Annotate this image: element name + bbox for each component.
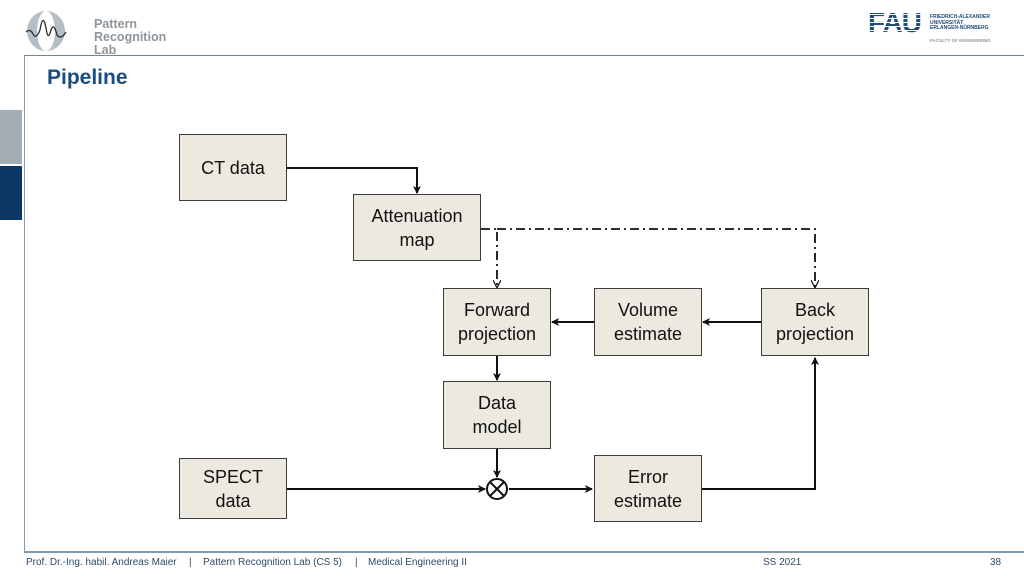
node-back-projection: Back projection [761,288,869,356]
edge-attenuation-to-forward [481,228,497,287]
footer-separator: | [189,557,192,568]
page-number: 38 [990,557,1002,568]
node-attenuation-map: Attenuation map [353,194,481,261]
combiner-node [486,478,508,500]
node-label: Volume [617,300,679,320]
node-label: projection [775,324,855,344]
node-label: model [472,417,522,437]
node-label: Error [628,466,668,487]
footer-author: Prof. Dr.-Ing. habil. Andreas Maier [26,557,177,568]
node-ct-data: CT data [179,134,287,201]
node-label: estimate [613,324,683,344]
node-label: CT data [201,157,265,178]
node-label: Attenuation [371,205,463,226]
node-data-model: Data model [443,381,551,449]
node-label: estimate [613,490,683,511]
node-forward-projection: Forward projection [443,288,551,356]
node-spect-data: SPECT data [179,458,287,519]
node-label: SPECT [202,466,263,487]
node-label: projection [457,324,537,344]
node-label: map [399,229,435,250]
node-volume-estimate: Volume estimate [594,288,702,356]
node-error-estimate: Error estimate [594,455,702,522]
footer-separator: | [355,557,358,568]
edge-attenuation-to-back [497,228,815,287]
node-label: Forward [463,300,530,320]
node-label: Data [477,393,517,413]
footer-lab: Pattern Recognition Lab (CS 5) [203,557,342,568]
footer-semester: SS 2021 [763,557,802,568]
footer-course: Medical Engineering II [368,557,467,568]
edge-ct-to-attenuation [287,167,421,194]
edge-error-to-back [702,357,819,490]
node-label: Back [794,300,835,320]
node-label: data [215,490,251,511]
